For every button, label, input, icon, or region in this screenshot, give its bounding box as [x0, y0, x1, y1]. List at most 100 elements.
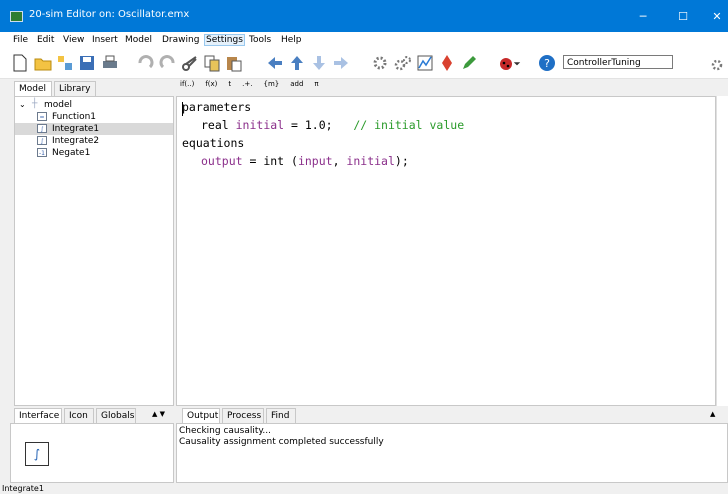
- go-up-icon[interactable]: [287, 53, 307, 73]
- icon-preview-panel: ∫: [10, 423, 174, 483]
- open-folder-icon[interactable]: [33, 53, 53, 73]
- symbol-fx[interactable]: f(x): [205, 80, 217, 88]
- tree-item-integrate2[interactable]: ∫ Integrate2: [15, 135, 173, 147]
- integrate-block-icon: ∫: [37, 136, 47, 145]
- tuning-combo[interactable]: ControllerTuning: [563, 55, 673, 69]
- code-identifier: output: [201, 154, 243, 168]
- tab-find[interactable]: Find: [266, 408, 296, 423]
- tab-output[interactable]: Output: [182, 408, 220, 423]
- svg-text:?: ?: [544, 57, 550, 70]
- app-icon: [10, 11, 23, 22]
- output-line: Causality assignment completed successfu…: [179, 437, 384, 447]
- window-title: 20-sim Editor on: Oscillator.emx: [29, 9, 190, 20]
- output-line: Checking causality...: [179, 426, 271, 436]
- code-close: );: [394, 154, 409, 168]
- tab-process[interactable]: Process: [222, 408, 264, 423]
- integrate-icon: ∫: [25, 442, 49, 466]
- tree-item-label: Integrate2: [52, 136, 100, 146]
- menu-insert[interactable]: Insert: [92, 35, 118, 45]
- tab-globals[interactable]: Globals: [96, 408, 136, 423]
- menu-bar: File Edit View Insert Model Drawing Sett…: [0, 32, 728, 48]
- tree-item-function1[interactable]: = Function1: [15, 111, 173, 123]
- code-operator: = int (: [242, 154, 298, 168]
- tuning-icon[interactable]: [710, 53, 728, 73]
- code-identifier: initial: [346, 154, 395, 168]
- bottom-left-tabs: Interface Icon Globals ▲ ▼: [14, 407, 174, 423]
- go-back-icon[interactable]: [265, 53, 285, 73]
- symbol-m[interactable]: {m}: [263, 80, 279, 88]
- menu-edit[interactable]: Edit: [37, 35, 54, 45]
- title-bar: 20-sim Editor on: Oscillator.emx ─ ☐ ✕: [0, 0, 728, 32]
- tree-item-label: Function1: [52, 112, 97, 122]
- redo-icon[interactable]: [158, 53, 178, 73]
- tree-item-negate1[interactable]: -1 Negate1: [15, 147, 173, 159]
- code-line-2: real initial = 1.0; // initial value: [201, 118, 464, 132]
- new-file-icon[interactable]: [10, 53, 30, 73]
- tree-item-label: Negate1: [52, 148, 91, 158]
- code-editor[interactable]: parameters real initial = 1.0; // initia…: [176, 96, 716, 406]
- tree-item-integrate1[interactable]: ∫ Integrate1: [15, 123, 173, 135]
- copy-icon[interactable]: [202, 53, 222, 73]
- menu-drawing[interactable]: Drawing: [162, 35, 199, 45]
- menu-model[interactable]: Model: [125, 35, 152, 45]
- close-button[interactable]: ✕: [702, 4, 728, 28]
- integrate-block-icon: ∫: [37, 124, 47, 133]
- code-identifier: initial: [235, 118, 285, 132]
- scroll-up-down-icon[interactable]: ▲ ▼: [152, 410, 165, 418]
- negate-block-icon: -1: [37, 148, 47, 157]
- symbol-pi[interactable]: π: [314, 80, 318, 88]
- symbol-plus[interactable]: .+.: [242, 80, 252, 88]
- go-down-icon[interactable]: [309, 53, 329, 73]
- code-line-4: output = int (input, initial);: [201, 154, 409, 168]
- code-identifier: input: [297, 154, 333, 168]
- minimize-button[interactable]: ─: [628, 4, 658, 28]
- processing-icon[interactable]: [393, 53, 413, 73]
- menu-view[interactable]: View: [63, 35, 84, 45]
- save-icon[interactable]: [77, 53, 97, 73]
- help-icon[interactable]: ?: [537, 53, 557, 73]
- bottom-right-tabs: Output Process Find ▲: [182, 407, 722, 423]
- scroll-up-icon[interactable]: ▲: [710, 410, 715, 418]
- simulator-icon[interactable]: [415, 53, 435, 73]
- dynamic-icon[interactable]: [437, 53, 457, 73]
- paste-icon[interactable]: [224, 53, 244, 73]
- chevron-down-icon[interactable]: ⌄: [19, 99, 26, 111]
- symbol-add[interactable]: add: [290, 80, 303, 88]
- menu-help[interactable]: Help: [281, 35, 302, 45]
- tab-model[interactable]: Model: [14, 81, 52, 96]
- tab-icon[interactable]: Icon: [64, 408, 94, 423]
- model-tree: ⌄ ┼ model = Function1 ∫ Integrate1 ∫ Int…: [14, 96, 174, 406]
- model-root-icon: ┼: [32, 99, 38, 109]
- status-text: Integrate1: [2, 484, 44, 493]
- status-bar: Integrate1: [0, 484, 728, 494]
- function-block-icon: =: [37, 112, 47, 121]
- code-comment: // initial value: [353, 118, 465, 132]
- symbol-if[interactable]: if(..): [180, 80, 194, 88]
- edit-pencil-icon[interactable]: [459, 53, 479, 73]
- maximize-button[interactable]: ☐: [668, 4, 698, 28]
- symbol-t[interactable]: t: [228, 80, 231, 88]
- left-tabs: Model Library: [14, 80, 174, 97]
- open-model-icon[interactable]: [55, 53, 75, 73]
- code-type: real: [201, 118, 236, 132]
- tree-root-label: model: [44, 100, 73, 110]
- code-assign: = 1.0;: [284, 118, 354, 132]
- symbol-bar: if(..) f(x) t .+. {m} add π: [180, 80, 330, 94]
- chevron-down-icon[interactable]: [512, 53, 522, 73]
- output-panel: Checking causality... Causality assignme…: [176, 423, 728, 483]
- menu-settings[interactable]: Settings: [204, 34, 245, 46]
- code-line-3: equations: [182, 136, 245, 150]
- undo-icon[interactable]: [135, 53, 155, 73]
- print-icon[interactable]: [100, 53, 120, 73]
- code-separator: ,: [332, 154, 347, 168]
- right-side-panel: [716, 96, 728, 406]
- go-forward-icon[interactable]: [331, 53, 351, 73]
- code-line-1: parameters: [182, 100, 252, 114]
- cut-icon[interactable]: [180, 53, 200, 73]
- tab-interface[interactable]: Interface: [14, 408, 62, 423]
- check-model-icon[interactable]: [370, 53, 390, 73]
- tree-item-label: Integrate1: [52, 124, 100, 134]
- menu-file[interactable]: File: [13, 35, 28, 45]
- tab-library[interactable]: Library: [54, 81, 96, 96]
- menu-tools[interactable]: Tools: [249, 35, 271, 45]
